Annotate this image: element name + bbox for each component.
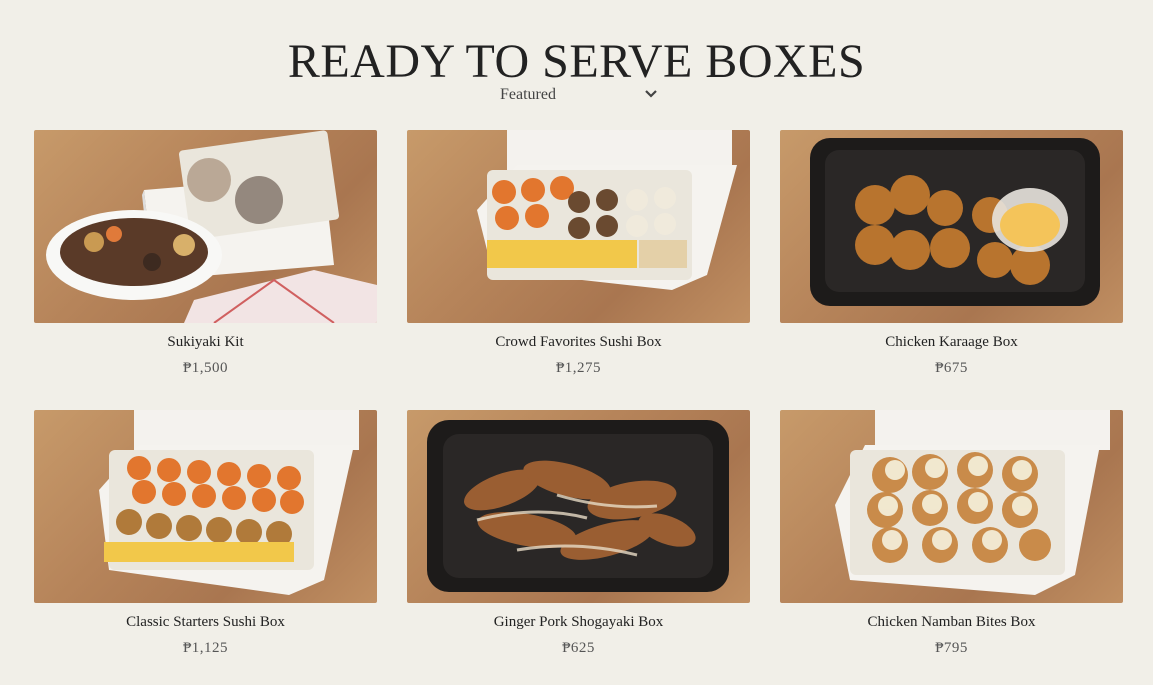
product-card[interactable]: Chicken Karaage Box ₱675 <box>780 130 1123 377</box>
product-card[interactable]: Classic Starters Sushi Box ₱1,125 <box>34 410 377 657</box>
product-price: ₱1,275 <box>555 360 602 376</box>
product-image[interactable] <box>34 130 377 323</box>
chevron-down-icon <box>644 87 658 106</box>
product-name[interactable]: Chicken Namban Bites Box <box>780 614 1123 631</box>
product-image[interactable] <box>407 410 750 603</box>
product-name[interactable]: Crowd Favorites Sushi Box <box>407 334 750 351</box>
product-price: ₱675 <box>935 360 968 376</box>
product-name[interactable]: Sukiyaki Kit <box>34 334 377 351</box>
product-image[interactable] <box>407 130 750 323</box>
product-price: ₱625 <box>562 640 595 656</box>
product-image[interactable] <box>34 410 377 603</box>
product-price: ₱1,125 <box>182 640 229 656</box>
product-name[interactable]: Classic Starters Sushi Box <box>34 614 377 631</box>
product-card[interactable]: Crowd Favorites Sushi Box ₱1,275 <box>407 130 750 377</box>
product-price: ₱795 <box>935 640 968 656</box>
product-card[interactable]: Ginger Pork Shogayaki Box ₱625 <box>407 410 750 657</box>
product-name[interactable]: Chicken Karaage Box <box>780 334 1123 351</box>
sort-selected-value: Featured <box>500 86 556 103</box>
product-image[interactable] <box>780 130 1123 323</box>
product-image[interactable] <box>780 410 1123 603</box>
product-card[interactable]: Chicken Namban Bites Box ₱795 <box>780 410 1123 657</box>
sort-dropdown[interactable]: Featured <box>490 82 668 108</box>
product-price: ₱1,500 <box>182 360 229 376</box>
product-name[interactable]: Ginger Pork Shogayaki Box <box>407 614 750 631</box>
product-card[interactable]: Sukiyaki Kit ₱1,500 <box>34 130 377 377</box>
